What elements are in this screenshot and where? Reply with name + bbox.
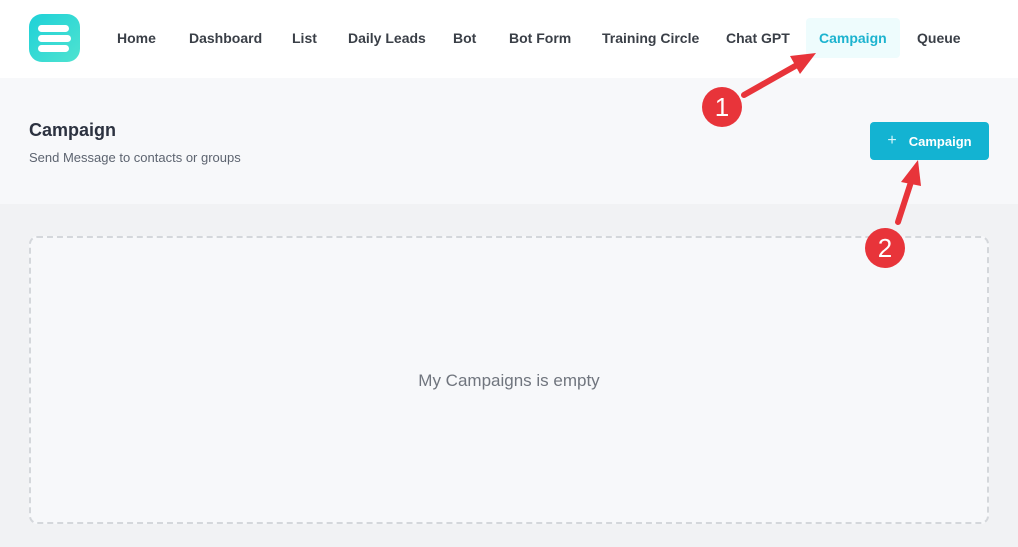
plus-icon: + bbox=[887, 132, 897, 149]
empty-campaigns-panel: My Campaigns is empty bbox=[29, 236, 989, 524]
nav-bot[interactable]: Bot bbox=[453, 18, 476, 58]
add-campaign-label: Campaign bbox=[908, 133, 972, 149]
page-subtitle: Send Message to contacts or groups bbox=[29, 150, 241, 165]
nav-daily-leads[interactable]: Daily Leads bbox=[348, 18, 426, 58]
nav-queue[interactable]: Queue bbox=[917, 18, 961, 58]
app-logo-icon[interactable] bbox=[29, 14, 80, 62]
nav-campaign[interactable]: Campaign bbox=[806, 18, 900, 58]
page-header: Campaign Send Message to contacts or gro… bbox=[0, 78, 1018, 204]
nav-chat-gpt[interactable]: Chat GPT bbox=[726, 18, 790, 58]
add-campaign-button[interactable]: + Campaign bbox=[870, 122, 989, 160]
nav-dashboard[interactable]: Dashboard bbox=[189, 18, 262, 58]
empty-state-message: My Campaigns is empty bbox=[418, 371, 600, 390]
page-title: Campaign bbox=[29, 120, 117, 140]
nav-home[interactable]: Home bbox=[117, 18, 156, 58]
nav-list[interactable]: List bbox=[292, 18, 317, 58]
nav-training-circle[interactable]: Training Circle bbox=[602, 18, 699, 58]
nav-bot-form[interactable]: Bot Form bbox=[509, 18, 571, 58]
top-navbar: Home Dashboard List Daily Leads Bot Bot … bbox=[0, 0, 1018, 78]
